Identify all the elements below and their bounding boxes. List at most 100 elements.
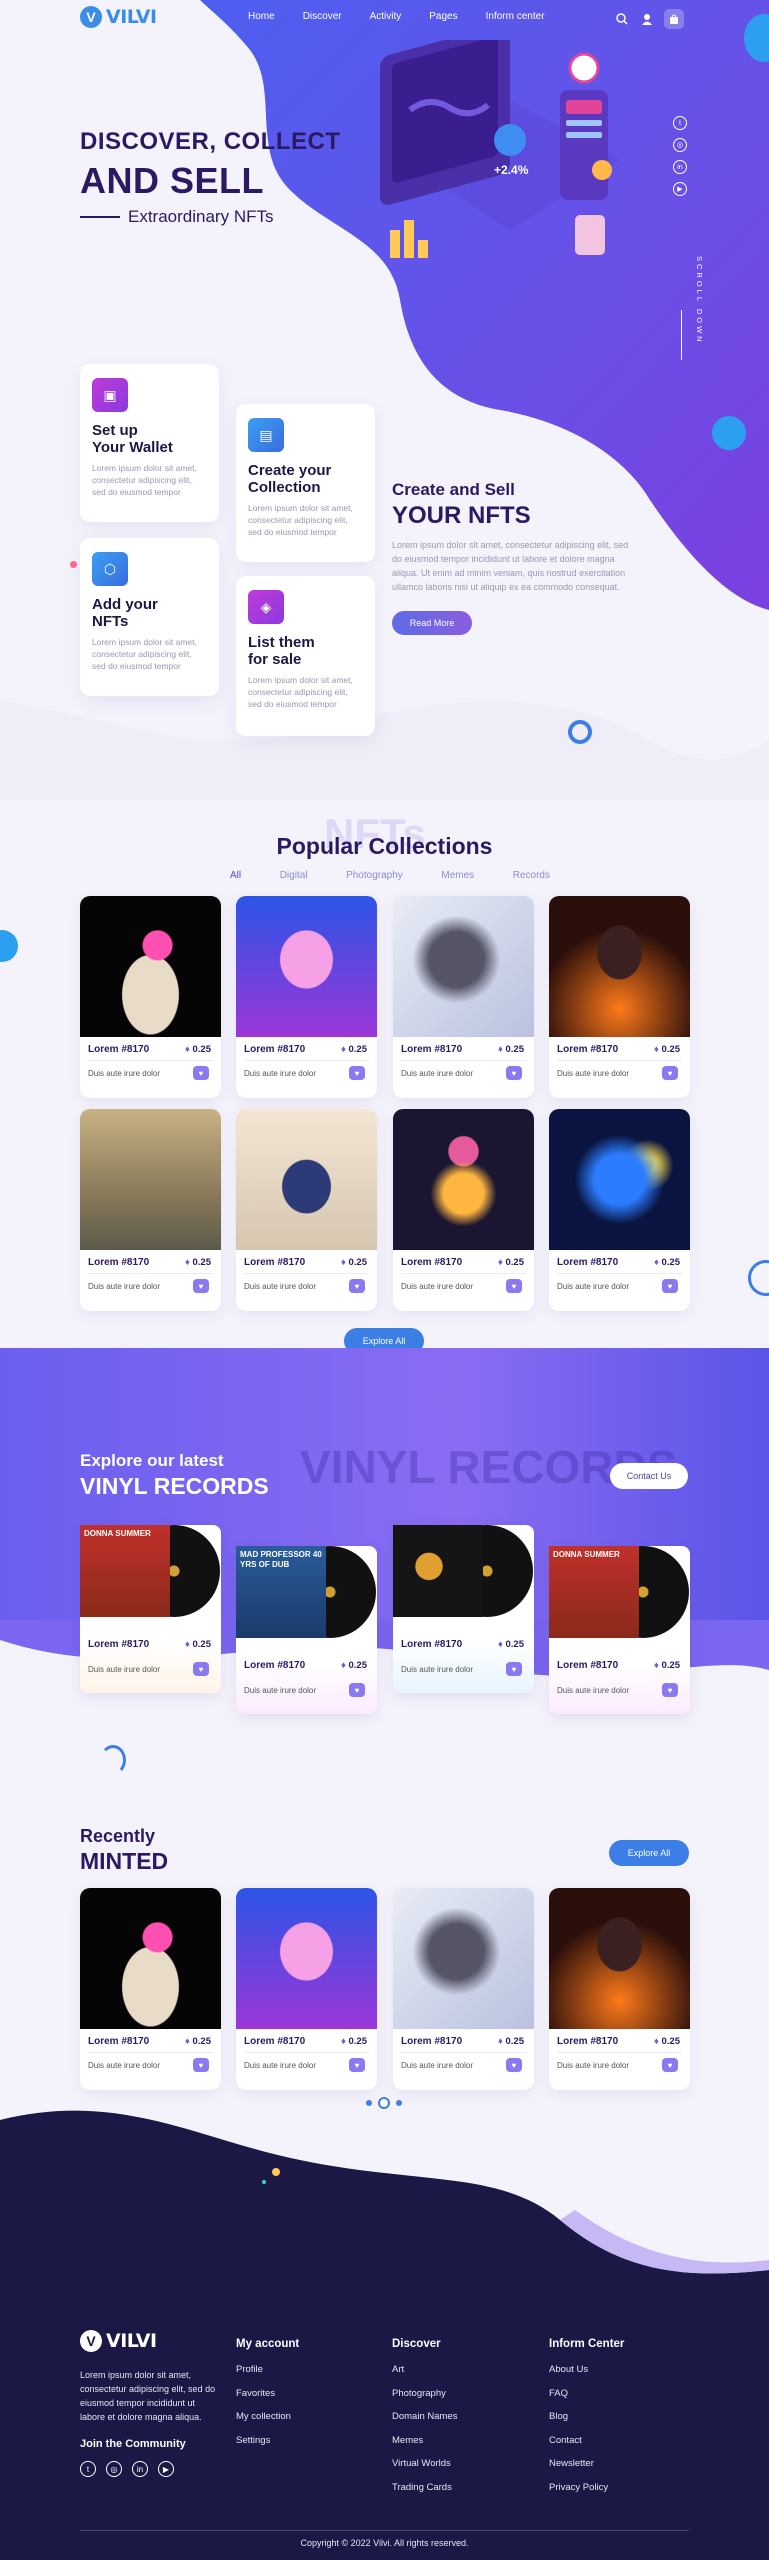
nft-image[interactable] <box>236 896 377 1037</box>
eth-icon: ♦ <box>341 1660 349 1671</box>
footer-link[interactable]: Virtual Worlds <box>392 2458 457 2469</box>
filter-all[interactable]: All <box>230 870 241 881</box>
nft-card[interactable]: Lorem #8170 ♦ 0.25 Duis aute irure dolor ♥ <box>393 1109 534 1311</box>
linkedin-icon[interactable]: in <box>673 160 687 174</box>
footer-link[interactable]: Privacy Policy <box>549 2482 624 2493</box>
footer-link[interactable]: About Us <box>549 2364 624 2375</box>
footer-logo[interactable]: V VILVI <box>80 2330 157 2352</box>
heart-icon[interactable]: ♥ <box>193 2058 209 2072</box>
nav-activity[interactable]: Activity <box>370 11 402 22</box>
footer-link[interactable]: My collection <box>236 2411 299 2422</box>
step-card-wallet[interactable]: ▣ Set up Your Wallet Lorem ipsum dolor si… <box>80 364 219 522</box>
filter-records[interactable]: Records <box>513 870 550 881</box>
vinyl-card[interactable]: MAD PROFESSOR 40 YRS OF DUB Lorem #8170 ♦ … <box>236 1546 377 1714</box>
instagram-icon[interactable]: ◎ <box>106 2461 122 2477</box>
nft-card[interactable]: Lorem #8170 ♦ 0.25 Duis aute irure dolor ♥ <box>393 896 534 1098</box>
vinyl-card[interactable]: DONNA SUMMER Lorem #8170 ♦ 0.25 Duis aute i… <box>549 1546 690 1714</box>
nft-price-value: 0.25 <box>505 2036 525 2047</box>
heart-icon[interactable]: ♥ <box>349 1683 365 1697</box>
cart-icon[interactable] <box>664 9 684 29</box>
scroll-down-label[interactable]: SCROLL DOWN <box>664 256 704 366</box>
nft-card[interactable]: Lorem #8170 ♦ 0.25 Duis aute irure dolor ♥ <box>549 896 690 1098</box>
footer-link[interactable]: Memes <box>392 2435 457 2446</box>
vinyl-card[interactable]: Lorem #8170 ♦ 0.25 Duis aute irure dolor ♥ <box>393 1525 534 1693</box>
vinyl-card[interactable]: DONNA SUMMER Lorem #8170 ♦ 0.25 Duis aute i… <box>80 1525 221 1693</box>
footer-link[interactable]: Settings <box>236 2435 299 2446</box>
nft-card[interactable]: Lorem #8170 ♦ 0.25 Duis aute irure dolor ♥ <box>393 1888 534 2090</box>
instagram-icon[interactable]: ◎ <box>673 138 687 152</box>
footer-link[interactable]: Domain Names <box>392 2411 457 2422</box>
user-icon[interactable] <box>639 11 655 27</box>
nft-image[interactable] <box>393 896 534 1037</box>
vinyl-image[interactable] <box>393 1525 534 1630</box>
nft-card[interactable]: Lorem #8170 ♦ 0.25 Duis aute irure dolor ♥ <box>236 896 377 1098</box>
heart-icon[interactable]: ♥ <box>506 1279 522 1293</box>
nav-inform-center[interactable]: Inform center <box>486 11 545 22</box>
nft-card[interactable]: Lorem #8170 ♦ 0.25 Duis aute irure dolor ♥ <box>236 1109 377 1311</box>
nft-image[interactable] <box>549 896 690 1037</box>
nft-card[interactable]: Lorem #8170 ♦ 0.25 Duis aute irure dolor ♥ <box>80 1109 221 1311</box>
heart-icon[interactable]: ♥ <box>662 2058 678 2072</box>
heart-icon[interactable]: ♥ <box>349 1066 365 1080</box>
nft-image[interactable] <box>236 1888 377 2029</box>
nft-card[interactable]: Lorem #8170 ♦ 0.25 Duis aute irure dolor ♥ <box>80 896 221 1098</box>
heart-icon[interactable]: ♥ <box>506 1066 522 1080</box>
heart-icon[interactable]: ♥ <box>193 1279 209 1293</box>
step-card-sale[interactable]: ◈ List them for sale Lorem ipsum dolor si… <box>236 576 375 736</box>
heart-icon[interactable]: ♥ <box>349 2058 365 2072</box>
recent-explore-all-button[interactable]: Explore All <box>609 1840 689 1866</box>
nft-divider <box>557 1060 682 1061</box>
vinyl-image[interactable]: DONNA SUMMER <box>549 1546 690 1651</box>
nft-image[interactable] <box>80 1109 221 1250</box>
site-logo[interactable]: V VILVI <box>80 6 157 28</box>
heart-icon[interactable]: ♥ <box>662 1066 678 1080</box>
nft-card[interactable]: Lorem #8170 ♦ 0.25 Duis aute irure dolor ♥ <box>236 1888 377 2090</box>
filter-digital[interactable]: Digital <box>280 870 308 881</box>
nft-card[interactable]: Lorem #8170 ♦ 0.25 Duis aute irure dolor ♥ <box>80 1888 221 2090</box>
step-card-collection[interactable]: ▤ Create your Collection Lorem ipsum dolo… <box>236 404 375 562</box>
heart-icon[interactable]: ♥ <box>506 2058 522 2072</box>
nft-image[interactable] <box>80 896 221 1037</box>
vinyl-image[interactable]: MAD PROFESSOR 40 YRS OF DUB <box>236 1546 377 1651</box>
heart-icon[interactable]: ♥ <box>193 1066 209 1080</box>
contact-us-button[interactable]: Contact Us <box>610 1463 688 1489</box>
footer-link[interactable]: Newsletter <box>549 2458 624 2469</box>
vinyl-image[interactable]: DONNA SUMMER <box>80 1525 221 1630</box>
nft-card[interactable]: Lorem #8170 ♦ 0.25 Duis aute irure dolor ♥ <box>549 1109 690 1311</box>
footer-link[interactable]: Favorites <box>236 2388 299 2399</box>
footer-link[interactable]: Contact <box>549 2435 624 2446</box>
heart-icon[interactable]: ♥ <box>193 1662 209 1676</box>
heart-icon[interactable]: ♥ <box>662 1279 678 1293</box>
filter-photography[interactable]: Photography <box>346 870 403 881</box>
nft-image[interactable] <box>549 1109 690 1250</box>
heart-icon[interactable]: ♥ <box>662 1683 678 1697</box>
footer-link[interactable]: Art <box>392 2364 457 2375</box>
nft-image[interactable] <box>236 1109 377 1250</box>
nav-home[interactable]: Home <box>248 11 275 22</box>
eth-icon: ♦ <box>341 2036 349 2047</box>
youtube-icon[interactable]: ▶ <box>158 2461 174 2477</box>
footer-link[interactable]: Profile <box>236 2364 299 2375</box>
linkedin-icon[interactable]: in <box>132 2461 148 2477</box>
footer-link[interactable]: Photography <box>392 2388 457 2399</box>
nft-price: ♦ 0.25 <box>654 2036 680 2047</box>
nav-pages[interactable]: Pages <box>429 11 457 22</box>
youtube-icon[interactable]: ▶ <box>673 182 687 196</box>
nft-image[interactable] <box>80 1888 221 2029</box>
search-icon[interactable] <box>614 11 630 27</box>
footer-link[interactable]: FAQ <box>549 2388 624 2399</box>
nft-image[interactable] <box>393 1888 534 2029</box>
step-card-nfts[interactable]: ⬡ Add your NFTs Lorem ipsum dolor sit ame… <box>80 538 219 696</box>
heart-icon[interactable]: ♥ <box>506 1662 522 1676</box>
twitter-icon[interactable]: t <box>673 116 687 130</box>
footer-link[interactable]: Trading Cards <box>392 2482 457 2493</box>
heart-icon[interactable]: ♥ <box>349 1279 365 1293</box>
filter-memes[interactable]: Memes <box>441 870 474 881</box>
twitter-icon[interactable]: t <box>80 2461 96 2477</box>
nft-image[interactable] <box>549 1888 690 2029</box>
nav-discover[interactable]: Discover <box>303 11 342 22</box>
nft-image[interactable] <box>393 1109 534 1250</box>
nft-card[interactable]: Lorem #8170 ♦ 0.25 Duis aute irure dolor ♥ <box>549 1888 690 2090</box>
footer-link[interactable]: Blog <box>549 2411 624 2422</box>
read-more-button[interactable]: Read More <box>392 611 472 635</box>
